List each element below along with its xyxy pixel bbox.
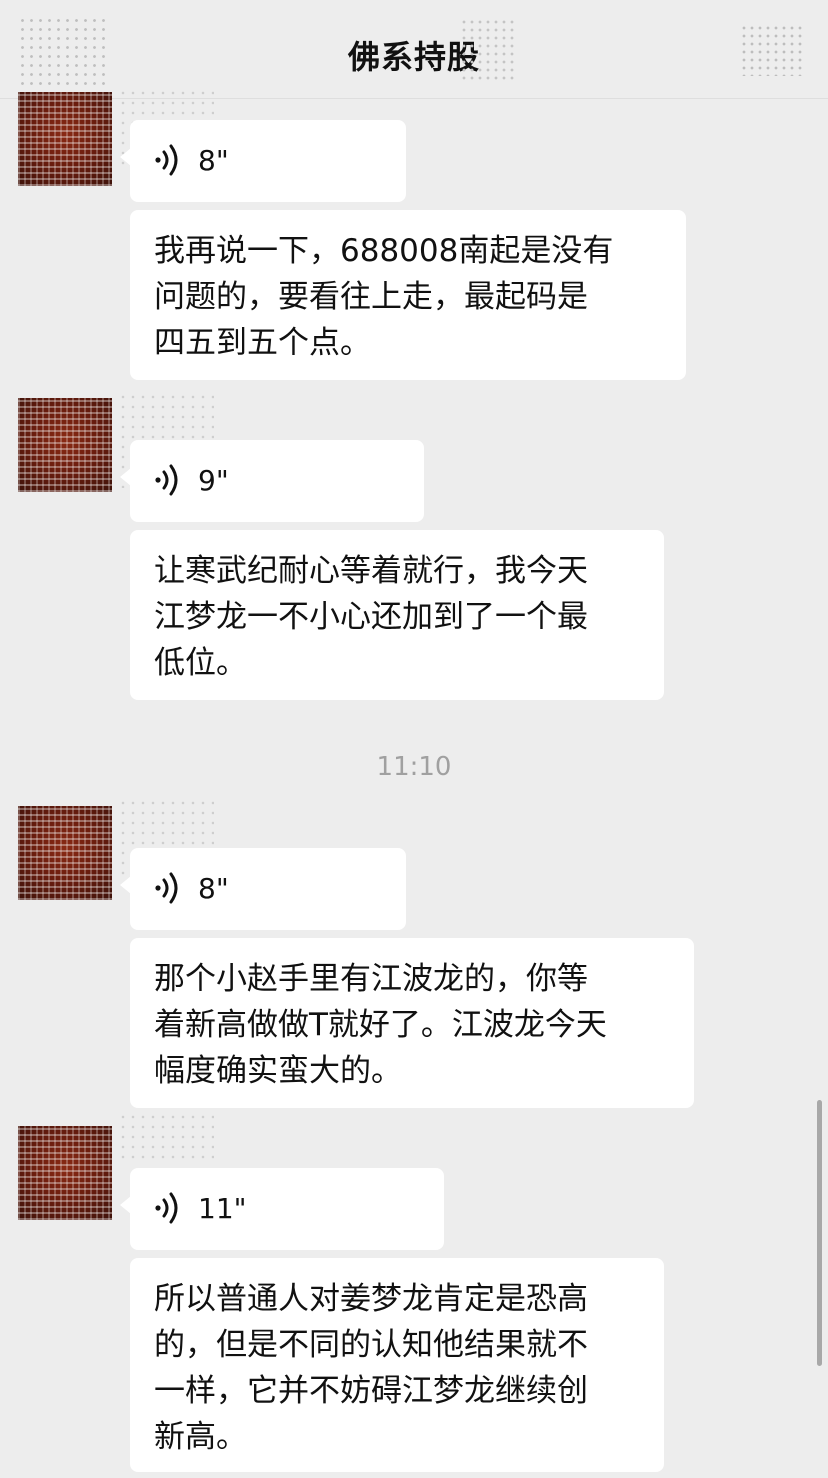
- chat-screen: 佛系持股 8" 我再说一下，688008南起是没有 问题的，要看往上走，最起码是…: [0, 0, 828, 1478]
- text-message[interactable]: 让寒武纪耐心等着就行，我今天 江梦龙一不小心还加到了一个最 低位。: [130, 530, 664, 700]
- avatar[interactable]: [18, 806, 112, 900]
- voice-message[interactable]: 8": [120, 120, 406, 202]
- sender-name-obscured: [118, 1112, 214, 1164]
- text-message[interactable]: 那个小赵手里有江波龙的，你等 着新高做做T就好了。江波龙今天 幅度确实蛮大的。: [130, 938, 694, 1108]
- voice-wave-icon: [155, 872, 178, 904]
- more-icon[interactable]: [740, 24, 802, 76]
- avatar[interactable]: [18, 92, 112, 186]
- text-message[interactable]: 所以普通人对姜梦龙肯定是恐高 的，但是不同的认知他结果就不 一样，它并不妨碍江梦…: [130, 1258, 664, 1472]
- voice-duration: 8": [198, 872, 229, 905]
- voice-message[interactable]: 8": [120, 848, 406, 930]
- voice-wave-icon: [155, 144, 178, 176]
- avatar[interactable]: [18, 1126, 112, 1220]
- voice-wave-icon: [155, 1192, 178, 1224]
- title-obscured-area: [460, 18, 514, 84]
- voice-duration: 8": [198, 144, 229, 177]
- voice-message[interactable]: 9": [120, 440, 424, 522]
- chat-title: 佛系持股: [347, 38, 480, 76]
- scrollbar[interactable]: [817, 1100, 822, 1366]
- voice-wave-icon: [155, 464, 178, 496]
- voice-message[interactable]: 11": [120, 1168, 444, 1250]
- timestamp: 11:10: [376, 752, 452, 782]
- avatar[interactable]: [18, 398, 112, 492]
- voice-duration: 11": [198, 1192, 247, 1225]
- chat-header: 佛系持股: [0, 0, 828, 99]
- voice-duration: 9": [198, 464, 229, 497]
- text-message[interactable]: 我再说一下，688008南起是没有 问题的，要看往上走，最起码是 四五到五个点。: [130, 210, 686, 380]
